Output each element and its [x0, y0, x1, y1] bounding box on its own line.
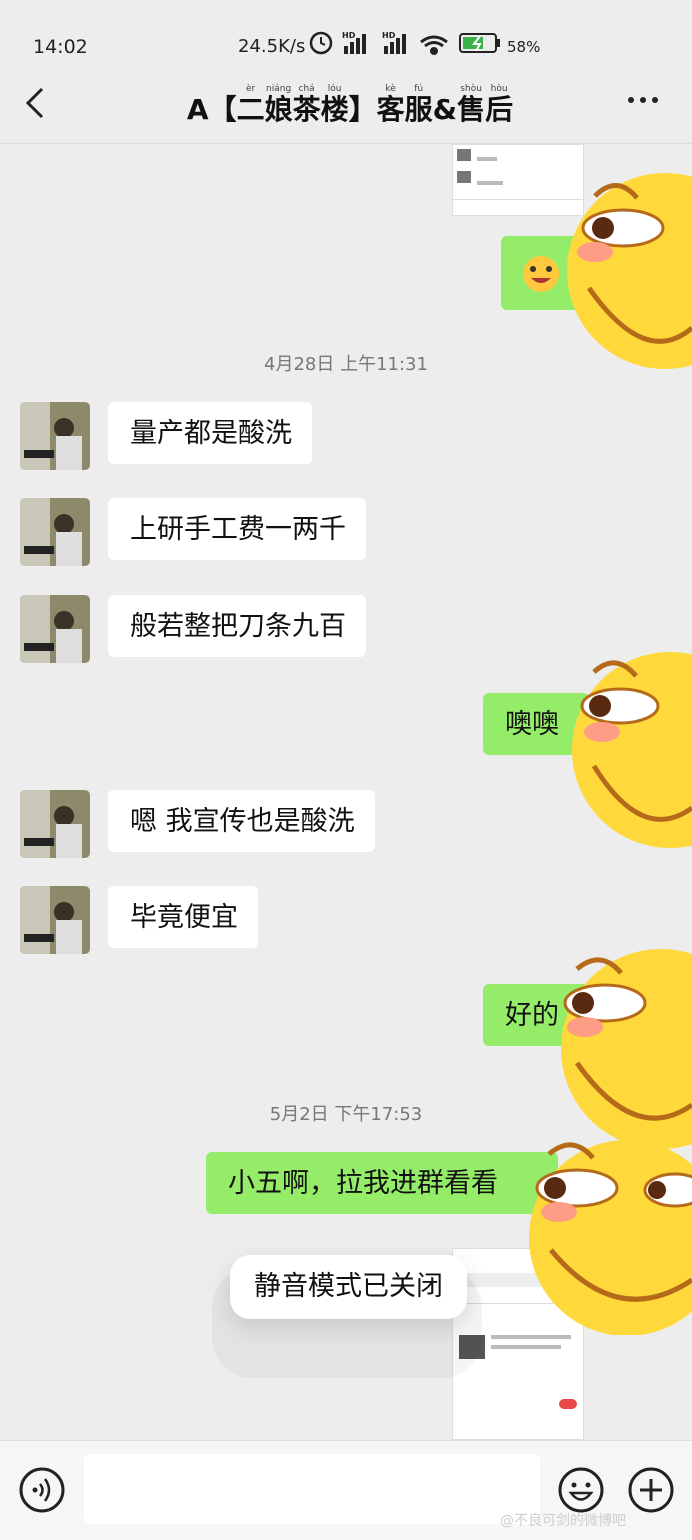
more-icon: [628, 97, 658, 103]
avatar[interactable]: [20, 790, 90, 858]
message-text: 好的: [505, 1000, 559, 1031]
voice-icon: [19, 1467, 65, 1513]
more-button[interactable]: [625, 90, 665, 110]
avatar[interactable]: [20, 886, 90, 954]
message-bubble[interactable]: 上研手工费一两千: [108, 498, 366, 560]
message-bubble[interactable]: 小五啊，拉我进群看看: [206, 1152, 558, 1214]
sideeye-emoji-icon: [561, 949, 692, 1149]
watermark: @不良可剑的微博吧: [500, 1513, 626, 1529]
alarm-icon: [309, 31, 333, 55]
avatar[interactable]: [20, 402, 90, 470]
message-bubble[interactable]: 嗯 我宣传也是酸洗: [108, 790, 375, 852]
status-net-speed: 24.5K/s: [238, 36, 306, 57]
message-input[interactable]: [84, 1454, 540, 1524]
message-bubble[interactable]: 般若整把刀条九百: [108, 595, 366, 657]
avatar[interactable]: [20, 595, 90, 663]
svg-text:HD: HD: [342, 31, 356, 40]
status-bar: 14:02 24.5K/s HD HD 58%: [0, 0, 692, 90]
battery-icon: [459, 33, 500, 53]
message-text: 上研手工费一两千: [130, 514, 346, 545]
status-icons: HD HD: [309, 31, 500, 55]
chat-title: A【二èr娘niáng茶chá楼lóu】客kè服fú&售shòu后hòu: [170, 84, 530, 128]
signal-icon-2: HD: [382, 31, 406, 54]
sideeye-emoji-icon: [567, 173, 692, 369]
status-battery: 58%: [507, 38, 541, 56]
svg-text:HD: HD: [382, 31, 396, 40]
toast-text: 静音模式已关闭: [254, 1271, 443, 1302]
message-text: 噢噢: [505, 709, 559, 740]
sideeye-emoji-icon: [572, 652, 692, 848]
message-text: 量产都是酸洗: [130, 418, 292, 449]
sideeye-emoji-icon: [529, 1140, 692, 1335]
emoji-icon: [558, 1467, 604, 1513]
plus-button[interactable]: [627, 1466, 675, 1514]
title-chars: 【二èr娘niáng茶chá楼lóu】客kè服fú&售shòu后hòu: [208, 84, 514, 126]
laugh-cry-emoji-icon: [523, 256, 559, 292]
message-text: 般若整把刀条九百: [130, 611, 346, 642]
wifi-icon: [420, 35, 448, 55]
back-button[interactable]: [22, 84, 52, 124]
message-bubble[interactable]: 量产都是酸洗: [108, 402, 312, 464]
plus-icon: [628, 1467, 674, 1513]
emoji-button[interactable]: [557, 1466, 605, 1514]
status-time: 14:02: [33, 36, 88, 58]
signal-icon-1: HD: [342, 31, 366, 54]
message-bubble[interactable]: 毕竟便宜: [108, 886, 258, 948]
message-text: 毕竟便宜: [130, 902, 238, 933]
toast: 静音模式已关闭: [230, 1255, 467, 1319]
nav-divider: [0, 143, 692, 144]
title-prefix: A: [186, 93, 209, 126]
voice-button[interactable]: [18, 1466, 66, 1514]
message-text: 嗯 我宣传也是酸洗: [130, 806, 355, 837]
message-text: 小五啊，拉我进群看看: [228, 1168, 498, 1199]
back-arrow-icon: [25, 87, 44, 119]
avatar[interactable]: [20, 498, 90, 566]
